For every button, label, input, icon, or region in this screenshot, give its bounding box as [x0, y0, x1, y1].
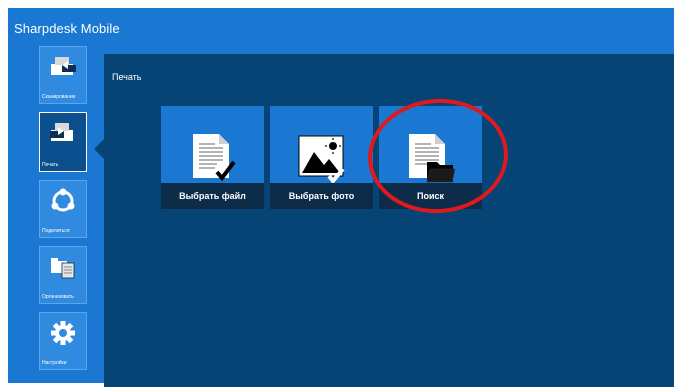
organize-icon: [51, 258, 75, 279]
select-file-tile[interactable]: Выбрать файл: [161, 106, 264, 209]
section-title: Печать: [112, 72, 142, 82]
sidebar-item-print[interactable]: Печать: [39, 112, 87, 172]
tile-label: Выбрать фото: [270, 183, 373, 209]
tile-label: Выбрать файл: [161, 183, 264, 209]
sidebar-item-label: Настройки: [42, 360, 67, 366]
sidebar-item-label: Поделиться: [42, 228, 70, 234]
print-icon: [50, 123, 73, 141]
select-photo-tile[interactable]: Выбрать фото: [270, 106, 373, 209]
scan-icon: [51, 57, 76, 75]
sidebar-item-label: Печать: [42, 162, 59, 168]
sidebar-item-share[interactable]: Поделиться: [39, 180, 87, 238]
sidebar-item-scan[interactable]: Сканирование: [39, 46, 87, 104]
photo-check-icon: [298, 135, 345, 184]
sidebar-item-settings[interactable]: Настройки: [39, 312, 87, 370]
sidebar-item-label: Организовать: [42, 294, 74, 300]
app-window: Sharpdesk Mobile Сканирование Печать Под…: [8, 8, 674, 387]
share-icon: [51, 188, 75, 212]
app-title: Sharpdesk Mobile: [14, 21, 120, 36]
main-panel: Печать Выбрать файл Выбрать фото Поиск: [104, 54, 674, 387]
gear-icon: [51, 321, 75, 345]
document-check-icon: [193, 134, 236, 182]
sidebar-item-label: Сканирование: [42, 94, 76, 100]
sidebar-item-organize[interactable]: Организовать: [39, 246, 87, 304]
active-item-pointer: [94, 139, 104, 159]
